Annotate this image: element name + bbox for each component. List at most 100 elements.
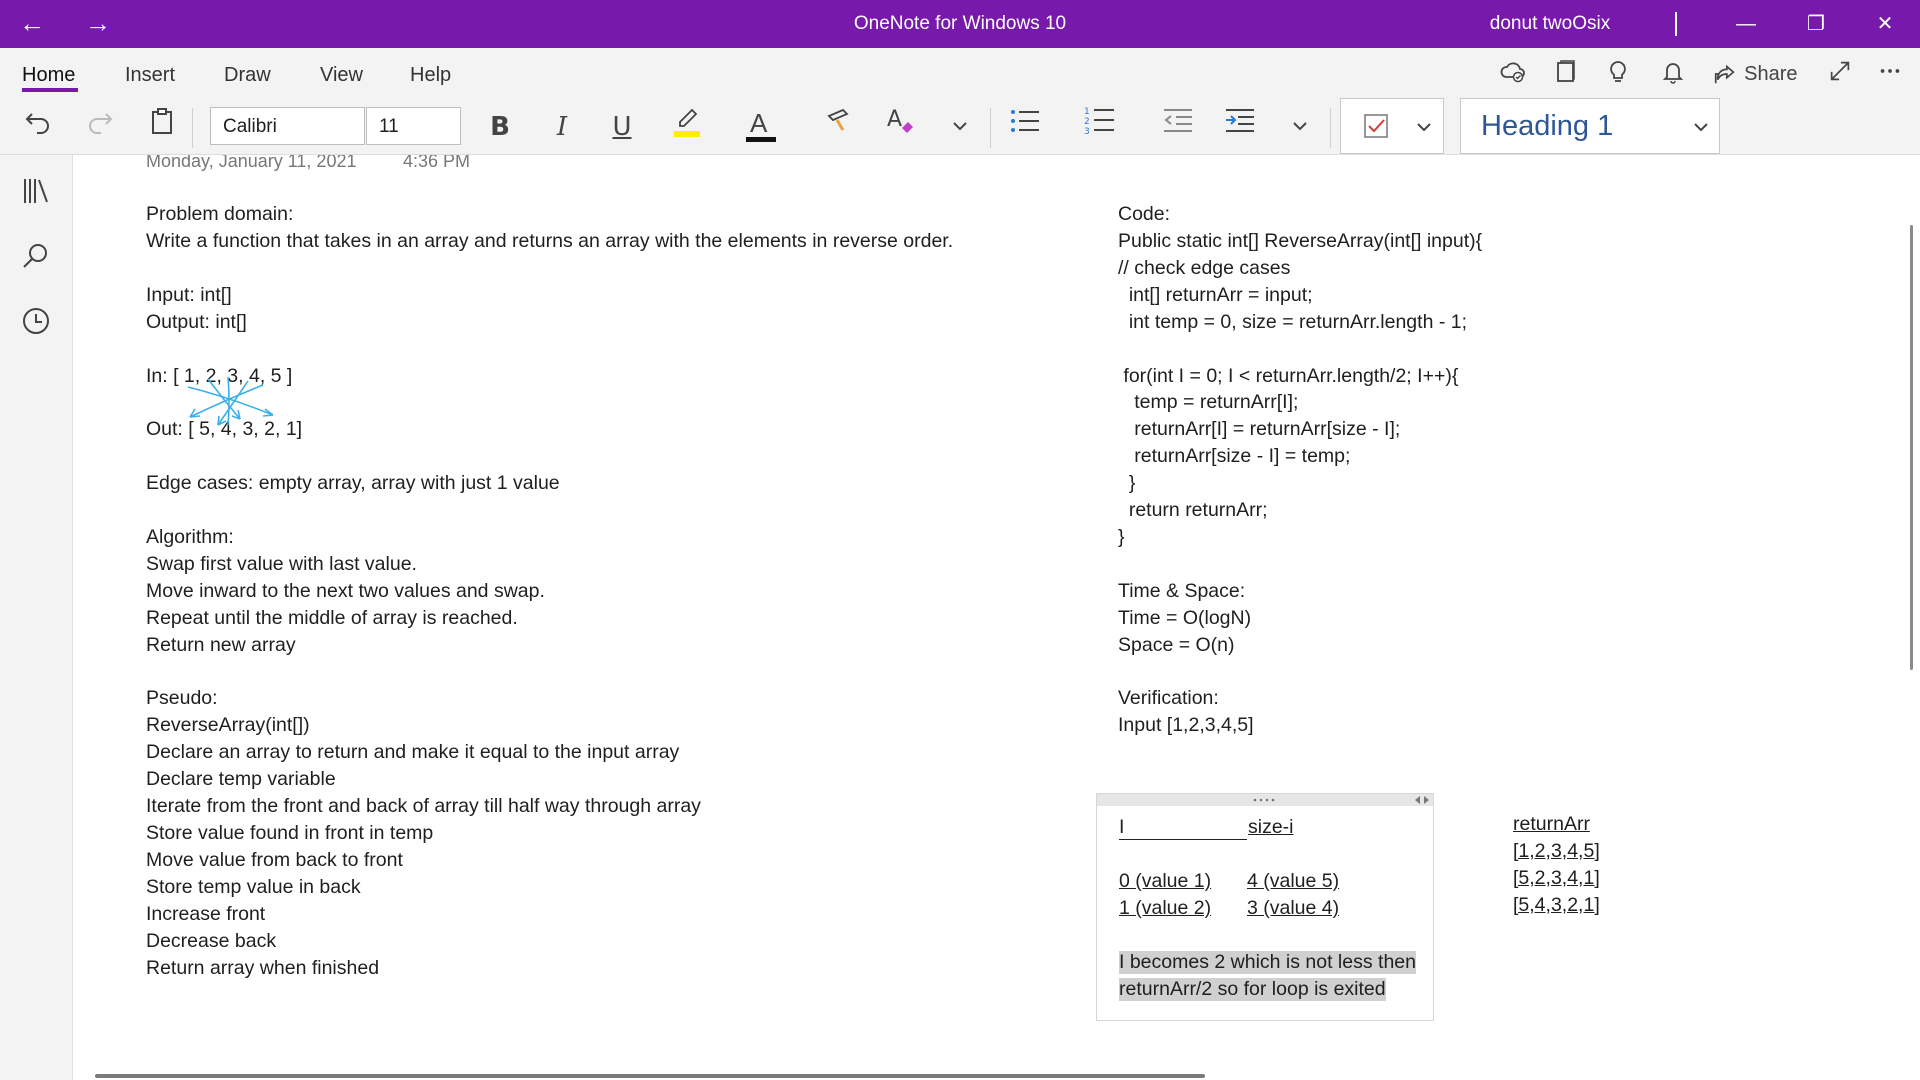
todo-checkbox-icon bbox=[1364, 114, 1388, 138]
minimize-button[interactable]: — bbox=[1715, 0, 1777, 48]
returnarr-value: [5,2,3,4,1] bbox=[1513, 867, 1600, 889]
page-time: 4:36 PM bbox=[403, 155, 471, 171]
style-select[interactable]: Heading 1 bbox=[1460, 98, 1720, 154]
note-line: Store temp value in back bbox=[146, 876, 361, 898]
code-line: temp = returnArr[I]; bbox=[1118, 391, 1299, 413]
returnarr-header: returnArr bbox=[1513, 813, 1590, 835]
code-line: return returnArr; bbox=[1118, 499, 1268, 521]
note-line: Write a function that takes in an array … bbox=[146, 230, 954, 252]
code-line: for(int I = 0; I < returnArr.length/2; I… bbox=[1118, 365, 1459, 387]
recent-clock-icon[interactable] bbox=[18, 305, 54, 341]
tab-view[interactable]: View bbox=[320, 60, 363, 90]
note-line: Declare temp variable bbox=[146, 768, 336, 790]
title-bar: ← → OneNote for Windows 10 donut twoOsix… bbox=[0, 0, 1920, 48]
undo-icon[interactable] bbox=[18, 100, 58, 154]
note-line: Return new array bbox=[146, 634, 296, 656]
font-color-button[interactable]: A bbox=[742, 100, 782, 154]
note-line: Time & Space: bbox=[1118, 580, 1246, 602]
italic-button[interactable]: I bbox=[542, 100, 582, 154]
notebooks-library-icon[interactable] bbox=[18, 175, 54, 211]
table-header-size-i: size-i bbox=[1248, 816, 1294, 838]
drag-dots-icon bbox=[1253, 798, 1275, 802]
code-line: // check edge cases bbox=[1118, 257, 1291, 279]
bullet-list-icon[interactable] bbox=[1005, 100, 1045, 154]
note-line: Input: int[] bbox=[146, 284, 232, 306]
decrease-indent-icon[interactable] bbox=[1158, 100, 1198, 154]
tag-select[interactable] bbox=[1340, 98, 1444, 154]
svg-text:A: A bbox=[887, 107, 902, 132]
share-label: Share bbox=[1744, 63, 1798, 85]
table-cell: 0 (value 1) bbox=[1119, 870, 1212, 892]
note-line: Swap first value with last value. bbox=[146, 553, 417, 575]
trace-table[interactable]: I size-i 0 (value 1) 4 (value 5) 1 (valu… bbox=[1096, 793, 1434, 1021]
bold-button[interactable]: B bbox=[480, 100, 520, 154]
code-line: returnArr[I] = returnArr[size - I]; bbox=[1118, 418, 1401, 440]
clipboard-icon[interactable] bbox=[142, 100, 182, 154]
code-line: returnArr[size - I] = temp; bbox=[1118, 445, 1351, 467]
clear-formatting-icon[interactable]: A bbox=[880, 100, 920, 154]
note-line: Iterate from the front and back of array… bbox=[146, 795, 701, 817]
svg-text:3: 3 bbox=[1084, 127, 1090, 136]
font-family-select[interactable]: Calibri bbox=[210, 107, 365, 145]
code-line: Code: bbox=[1118, 203, 1171, 225]
left-nav bbox=[0, 155, 73, 1080]
user-account-name[interactable]: donut twoOsix bbox=[1470, 0, 1630, 48]
note-line: Move inward to the next two values and s… bbox=[146, 580, 545, 602]
note-line: Algorithm: bbox=[146, 526, 234, 548]
forward-arrow-icon[interactable]: → bbox=[74, 0, 122, 48]
table-drag-handle[interactable] bbox=[1097, 794, 1433, 806]
vertical-scrollbar[interactable] bbox=[1910, 225, 1913, 670]
ribbon-divider bbox=[1330, 108, 1331, 148]
code-line: int temp = 0, size = returnArr.length - … bbox=[1118, 311, 1468, 333]
resize-arrows-icon bbox=[1415, 796, 1429, 804]
font-color-swatch bbox=[746, 137, 776, 142]
note-line: Problem domain: bbox=[146, 203, 294, 225]
tab-insert[interactable]: Insert bbox=[125, 60, 175, 90]
table-note: returnArr/2 so for loop is exited bbox=[1119, 978, 1386, 1001]
table-cell: 3 (value 4) bbox=[1247, 897, 1340, 919]
page-canvas[interactable]: Monday, January 11, 2021 4:36 PM Problem… bbox=[73, 155, 1920, 1080]
table-note: I becomes 2 which is not less then bbox=[1119, 951, 1416, 974]
redo-icon[interactable] bbox=[80, 100, 120, 154]
back-arrow-icon[interactable]: ← bbox=[8, 0, 56, 48]
returnarr-value: [1,2,3,4,5] bbox=[1513, 840, 1600, 862]
search-icon[interactable] bbox=[18, 240, 54, 276]
notebooks-icon[interactable] bbox=[1548, 58, 1584, 88]
sync-status-icon[interactable] bbox=[1495, 58, 1531, 88]
more-paragraph-chevron-icon[interactable] bbox=[1282, 100, 1318, 154]
note-line: Increase front bbox=[146, 903, 266, 925]
chevron-down-icon bbox=[1417, 123, 1431, 132]
note-line: Edge cases: empty array, array with just… bbox=[146, 472, 560, 494]
note-line: Repeat until the middle of array is reac… bbox=[146, 607, 518, 629]
code-line: } bbox=[1118, 472, 1136, 494]
returnarr-value: [5,4,3,2,1] bbox=[1513, 894, 1600, 916]
expand-icon[interactable] bbox=[1822, 58, 1858, 88]
tab-home[interactable]: Home bbox=[22, 60, 75, 90]
tab-help[interactable]: Help bbox=[410, 60, 451, 90]
ink-swap-arrows bbox=[187, 377, 274, 426]
ribbon-divider bbox=[990, 108, 991, 148]
svg-text:1: 1 bbox=[1084, 107, 1090, 117]
underline-button[interactable]: U bbox=[602, 100, 642, 154]
increase-indent-icon[interactable] bbox=[1220, 100, 1260, 154]
ribbon-divider bbox=[192, 108, 193, 148]
restore-button[interactable]: ❐ bbox=[1785, 0, 1847, 48]
share-button[interactable]: Share bbox=[1712, 58, 1802, 88]
more-format-chevron-icon[interactable] bbox=[942, 100, 978, 154]
note-line: Space = O(n) bbox=[1118, 634, 1235, 656]
tab-draw[interactable]: Draw bbox=[224, 60, 271, 90]
note-line: Decrease back bbox=[146, 930, 277, 952]
highlight-icon[interactable] bbox=[665, 100, 709, 154]
numbered-list-icon[interactable]: 123 bbox=[1080, 100, 1120, 154]
more-options-icon[interactable] bbox=[1872, 58, 1908, 88]
code-line: Public static int[] ReverseArray(int[] i… bbox=[1118, 230, 1483, 252]
horizontal-scrollbar[interactable] bbox=[95, 1074, 1205, 1078]
format-painter-icon[interactable] bbox=[820, 100, 860, 154]
font-size-select[interactable]: 11 bbox=[366, 107, 461, 145]
close-button[interactable]: ✕ bbox=[1854, 0, 1916, 48]
app-title: OneNote for Windows 10 bbox=[853, 13, 1067, 34]
bell-icon[interactable] bbox=[1655, 58, 1691, 88]
note-line: Pseudo: bbox=[146, 687, 218, 709]
lightbulb-icon[interactable] bbox=[1600, 58, 1636, 88]
note-line: Time = O(logN) bbox=[1118, 607, 1252, 629]
